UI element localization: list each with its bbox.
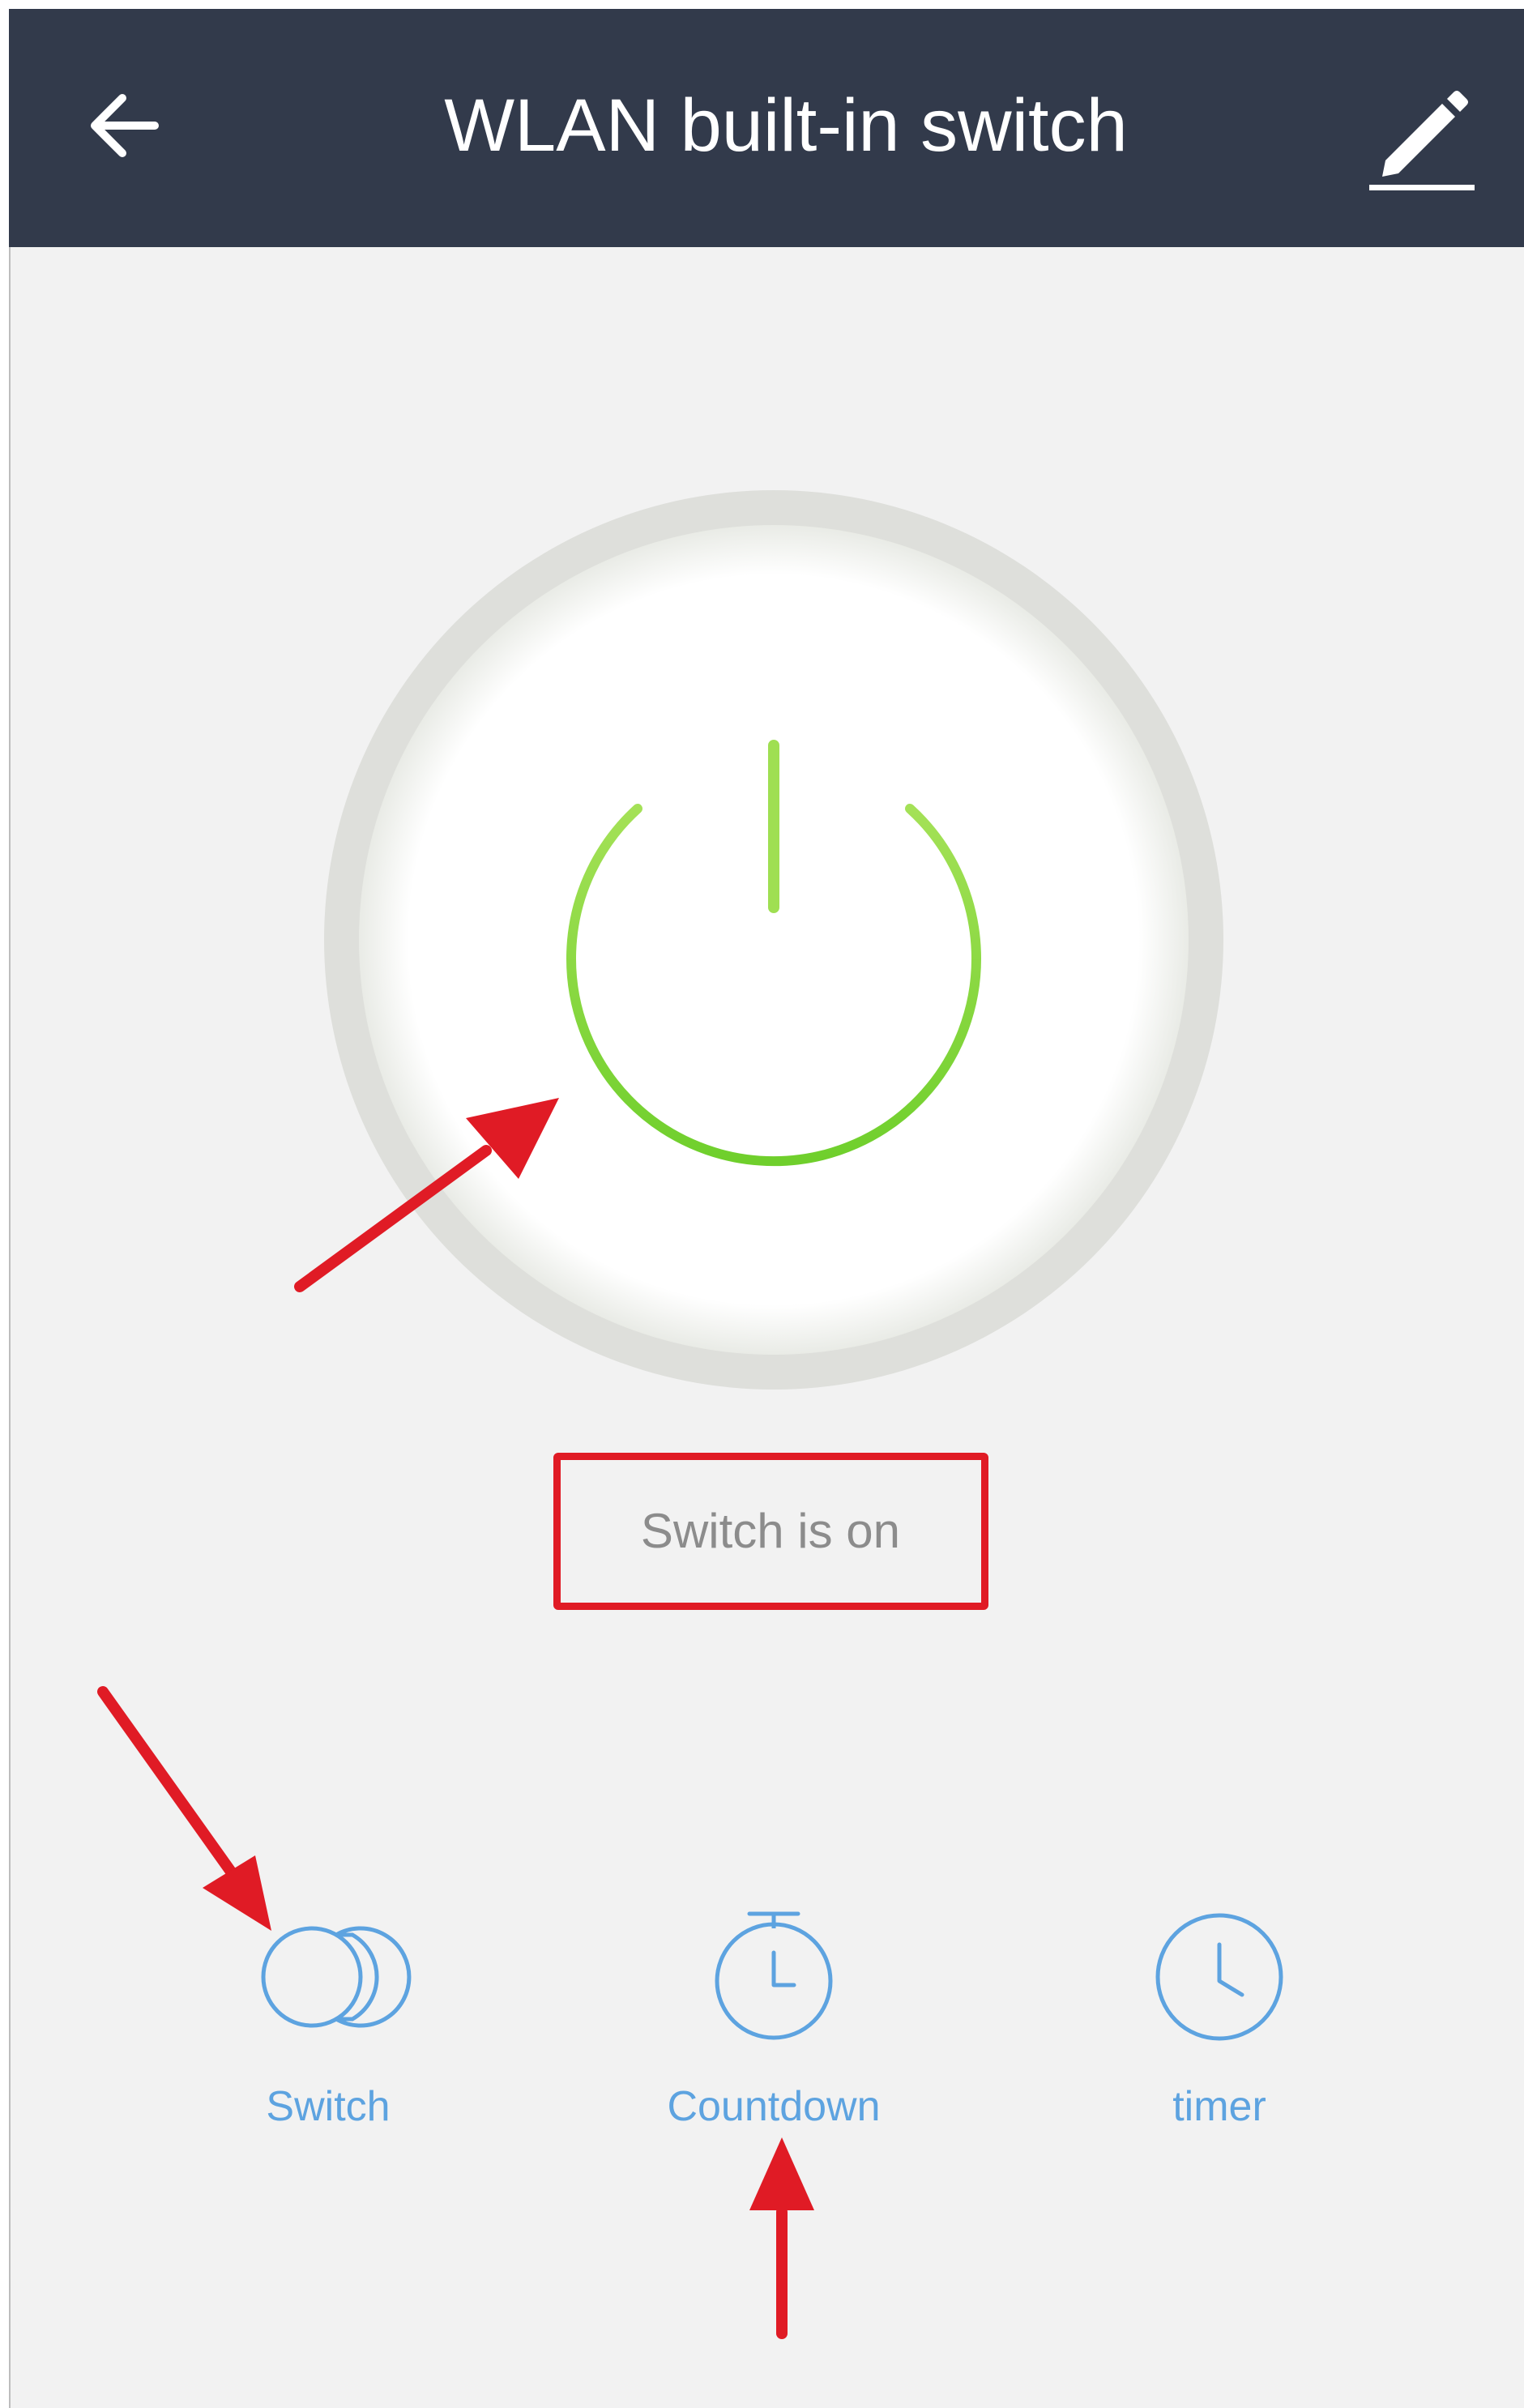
- toggle-icon: [261, 1926, 412, 2028]
- switch-action-label: Switch: [266, 2083, 391, 2130]
- power-button[interactable]: [320, 486, 1227, 1394]
- edit-button[interactable]: [1361, 81, 1483, 194]
- stopwatch-icon: [715, 1911, 833, 2040]
- clock-icon: [1155, 1913, 1283, 2041]
- pencil-icon: [1369, 91, 1475, 190]
- arrow-left-icon: [91, 94, 159, 157]
- timer-action[interactable]: timer: [1074, 1904, 1365, 2163]
- countdown-action-label: Countdown: [667, 2083, 881, 2130]
- back-button[interactable]: [77, 77, 174, 174]
- top-bar: WLAN built-in switch: [9, 9, 1524, 247]
- switch-action[interactable]: Switch: [182, 1904, 474, 2163]
- timer-action-label: timer: [1172, 2083, 1266, 2130]
- app-frame: WLAN built-in switch Switch is on Switch…: [0, 0, 1524, 2408]
- power-face: [359, 525, 1189, 1355]
- countdown-action[interactable]: Countdown: [628, 1904, 920, 2163]
- page-title: WLAN built-in switch: [444, 84, 1128, 167]
- status-highlight-box: [553, 1453, 988, 1610]
